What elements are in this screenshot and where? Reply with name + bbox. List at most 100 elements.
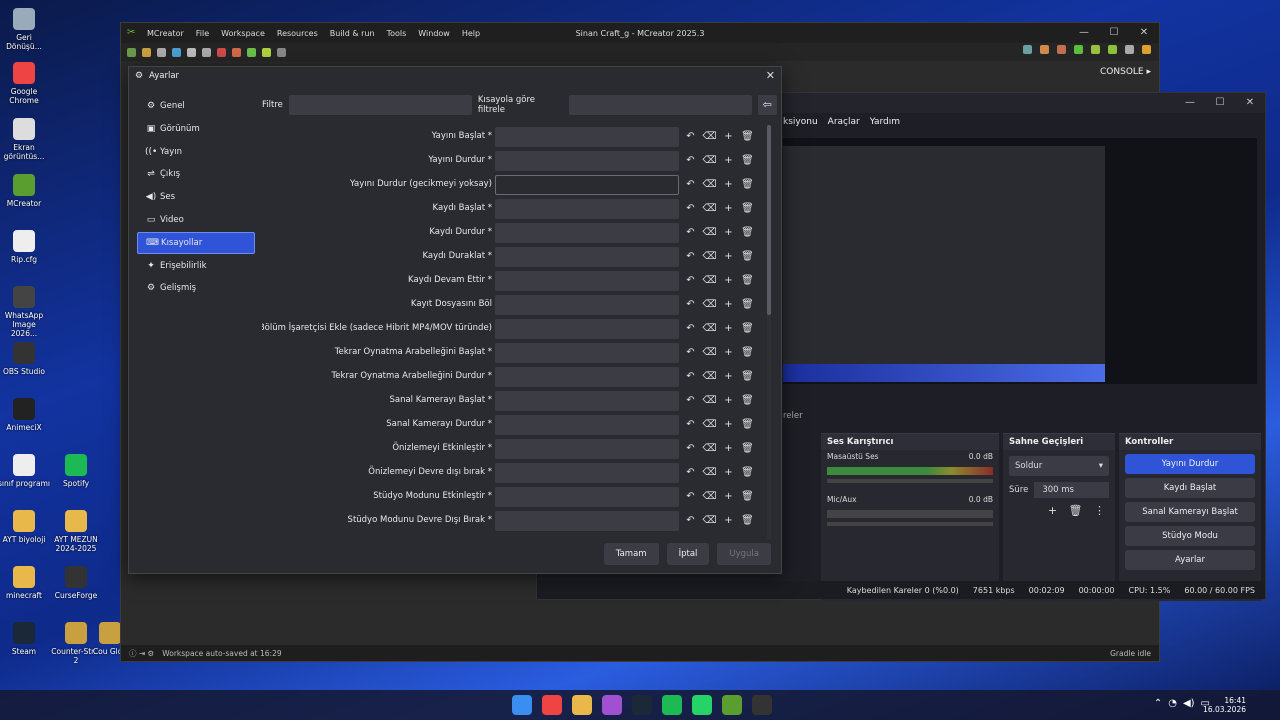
hotkey-input[interactable] [495,151,679,171]
sidebar-item[interactable]: ⇌ Çıkış [137,163,255,185]
add-icon[interactable]: + [721,129,736,144]
clear-icon[interactable]: ⌫ [702,273,717,288]
image-editor-icon[interactable] [217,47,226,57]
undo-icon[interactable]: ↶ [683,273,698,288]
trash-icon[interactable]: 🗑 [740,465,755,480]
hotkey-input[interactable] [495,343,679,363]
undo-icon[interactable]: ↶ [683,345,698,360]
clear-icon[interactable]: ⌫ [702,321,717,336]
undo-icon[interactable]: ↶ [683,321,698,336]
trash-icon[interactable]: 🗑 [740,129,755,144]
trash-icon[interactable]: 🗑 [740,393,755,408]
hotkey-input[interactable] [495,295,679,315]
sync-icon[interactable] [172,47,181,57]
clock[interactable]: 16:41 16.03.2026 [1203,696,1246,714]
hotkey-input[interactable] [495,247,679,267]
file-explorer-icon[interactable] [572,695,592,715]
texture-icon[interactable] [232,47,241,57]
stop-icon[interactable] [1125,45,1134,54]
hotkey-input[interactable] [495,391,679,411]
undo-icon[interactable]: ↶ [683,417,698,432]
add-icon[interactable]: + [721,153,736,168]
folder-icon[interactable] [142,47,151,57]
menu-item[interactable]: Window [418,29,450,38]
obs-menu-item[interactable]: Araçlar [828,117,860,127]
console-tab[interactable]: CONSOLE ▸ [1100,67,1151,77]
clear-icon[interactable]: ⌫ [702,417,717,432]
trash-icon[interactable]: 🗑 [740,489,755,504]
maximize-icon[interactable]: ☐ [1099,23,1129,43]
clear-icon[interactable]: ⌫ [702,249,717,264]
transition-select[interactable]: Soldur ▾ [1009,456,1109,476]
ok-button[interactable]: Tamam [603,543,659,565]
undo-icon[interactable]: ↶ [683,201,698,216]
undo-icon[interactable]: ↶ [683,465,698,480]
spotify-icon[interactable] [662,695,682,715]
close-icon[interactable]: ✕ [766,67,775,85]
clear-icon[interactable]: ⌫ [702,369,717,384]
trash-icon[interactable]: 🗑 [740,441,755,456]
build-icon[interactable] [1040,45,1049,54]
clear-icon[interactable]: ⌫ [702,153,717,168]
add-icon[interactable]: + [721,393,736,408]
obs-menu-item[interactable]: Yardım [870,117,900,127]
trash-icon[interactable]: 🗑 [1069,504,1083,517]
sidebar-item[interactable]: ▣ Görünüm [137,118,255,140]
add-icon[interactable]: + [721,297,736,312]
trash-icon[interactable]: 🗑 [740,153,755,168]
desktop-icon[interactable]: Google Chrome [0,62,50,105]
clear-icon[interactable]: ⌫ [702,297,717,312]
trash-icon[interactable]: 🗑 [740,201,755,216]
apply-button[interactable]: Uygula [717,543,771,565]
add-icon[interactable]: + [721,321,736,336]
minimize-icon[interactable]: — [1069,23,1099,43]
undo-icon[interactable]: ↶ [683,369,698,384]
run-client-icon[interactable] [1074,45,1083,54]
sidebar-item[interactable]: ◀) Ses [137,186,255,208]
clear-icon[interactable]: ⌫ [702,441,717,456]
obs-control-button[interactable]: Sanal Kamerayı Başlat [1125,502,1255,522]
add-icon[interactable]: + [721,369,736,384]
volume-icon[interactable]: ◀) [1183,698,1195,709]
desktop-icon[interactable]: minecraft [0,566,50,600]
obs-menu-item[interactable]: ksiyonu [783,117,818,127]
obs-minimize-icon[interactable]: — [1175,93,1205,113]
sidebar-item[interactable]: ((• Yayın [137,141,255,163]
add-icon[interactable]: + [721,177,736,192]
obs-maximize-icon[interactable]: ☐ [1205,93,1235,113]
add-icon[interactable]: + [721,417,736,432]
mcreator-icon[interactable] [722,695,742,715]
desktop-icon[interactable]: AYT biyoloji [0,510,50,544]
hotkey-scrollbar[interactable] [767,125,771,539]
reset-filter-icon[interactable]: ⇦ [757,95,777,115]
trash-icon[interactable]: 🗑 [740,321,755,336]
clear-icon[interactable]: ⌫ [702,489,717,504]
hotkey-input[interactable] [495,511,679,531]
undo-icon[interactable]: ↶ [683,393,698,408]
clear-icon[interactable]: ⌫ [702,225,717,240]
undo-icon[interactable]: ↶ [683,249,698,264]
menu-item[interactable]: MCreator [147,29,184,38]
scrollbar-thumb[interactable] [767,125,771,315]
trash-icon[interactable]: 🗑 [740,273,755,288]
clear-icon[interactable]: ⌫ [702,201,717,216]
chevron-up-icon[interactable]: ⌃ [1154,698,1162,709]
hotkey-input[interactable] [495,439,679,459]
trash-icon[interactable]: 🗑 [740,345,755,360]
hotkey-input[interactable] [495,271,679,291]
desktop-icon[interactable]: Steam [0,622,50,656]
trash-icon[interactable]: 🗑 [740,369,755,384]
sidebar-item[interactable]: ⚙ Genel [137,95,255,117]
clear-icon[interactable]: ⌫ [702,513,717,528]
workspace-icon[interactable] [127,47,136,57]
hotkey-input[interactable] [495,463,679,483]
add-icon[interactable]: + [721,249,736,264]
menu-item[interactable]: Build & run [330,29,375,38]
hotkey-input[interactable] [495,199,679,219]
undo-icon[interactable]: ↶ [683,489,698,504]
sidebar-item[interactable]: ▭ Video [137,209,255,231]
clear-icon[interactable]: ⌫ [702,129,717,144]
trash-icon[interactable]: 🗑 [740,513,755,528]
start-icon[interactable] [512,695,532,715]
wrench-icon[interactable] [1057,45,1066,54]
